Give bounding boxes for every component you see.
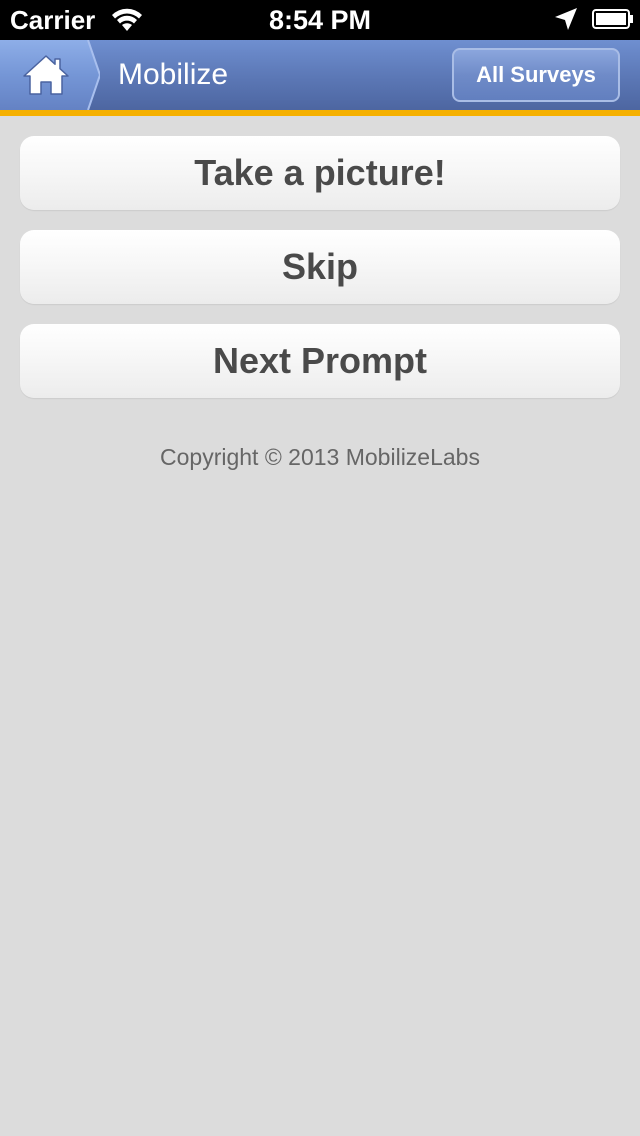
page-title: Mobilize <box>118 58 229 91</box>
home-button[interactable] <box>0 40 100 110</box>
home-icon <box>23 55 69 95</box>
battery-icon <box>592 9 633 29</box>
status-bar: Carrier 8:54 PM <box>0 0 640 40</box>
navigation-bar: Mobilize All Surveys <box>0 40 640 116</box>
all-surveys-button[interactable]: All Surveys <box>452 48 620 102</box>
copyright-text: Copyright © 2013 MobilizeLabs <box>160 444 480 470</box>
take-picture-button[interactable]: Take a picture! <box>20 136 620 210</box>
location-arrow-icon <box>555 8 577 30</box>
next-prompt-button[interactable]: Next Prompt <box>20 324 620 398</box>
skip-button[interactable]: Skip <box>20 230 620 304</box>
prompt-actions: Take a picture! Skip Next Prompt <box>20 136 620 418</box>
clock: 8:54 PM <box>268 5 372 35</box>
